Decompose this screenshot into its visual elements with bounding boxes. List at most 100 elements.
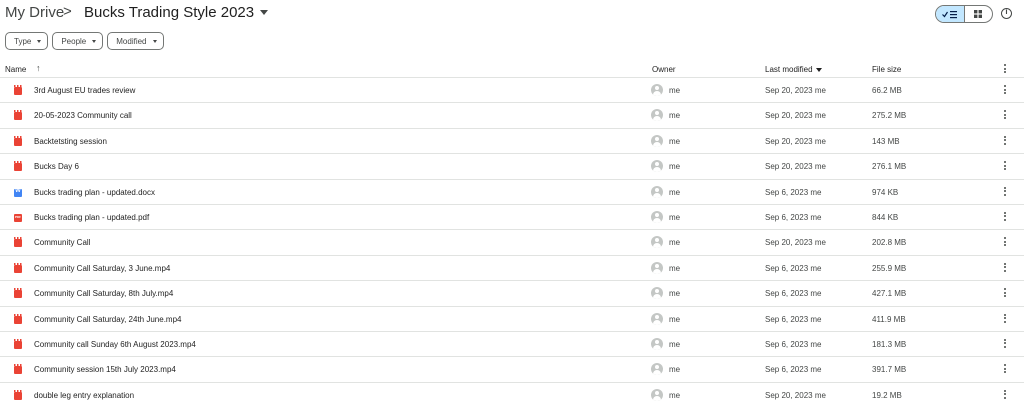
file-row[interactable]: Bucks Day 6 me Sep 20, 2023 me 276.1 MB — [0, 154, 1024, 180]
file-name[interactable]: Community call Sunday 6th August 2023.mp… — [34, 340, 196, 349]
more-actions-icon[interactable] — [1002, 135, 1008, 146]
more-actions-icon[interactable] — [1002, 85, 1008, 95]
owner-avatar — [651, 84, 663, 96]
owner-avatar — [651, 287, 663, 300]
file-row[interactable]: Community Call Saturday, 24th June.mp4 me… — [0, 307, 1024, 332]
filter-chip-type[interactable]: Type — [5, 32, 49, 50]
column-header-name[interactable]: Name — [5, 65, 26, 74]
chevron-down-icon — [92, 39, 97, 43]
file-owner: me — [669, 263, 681, 273]
owner-avatar — [651, 210, 663, 223]
file-row[interactable]: Community Call Saturday, 8th July.mp4 me S… — [0, 281, 1024, 307]
video-file-icon — [14, 262, 22, 273]
file-name[interactable]: 3rd August EU trades review — [34, 86, 135, 95]
file-name[interactable]: 20-05-2023 Community call — [34, 111, 132, 120]
file-row[interactable]: Bucks trading plan - updated.pdf me Sep 6,… — [0, 205, 1024, 231]
file-last-modified: Sep 6, 2023 me — [765, 289, 822, 299]
file-owner: me — [669, 162, 681, 172]
list-view-button[interactable] — [936, 6, 964, 22]
more-actions-icon[interactable] — [1002, 110, 1008, 120]
file-size: 411.9 MB — [872, 314, 906, 324]
breadcrumb-root[interactable]: My Drive — [5, 4, 64, 21]
file-list: 3rd August EU trades review me Sep 20, 202… — [0, 78, 1024, 408]
file-name[interactable]: Bucks trading plan - updated.pdf — [34, 213, 149, 222]
file-row[interactable]: Community Call me Sep 20, 2023 me 202.8 MB — [0, 230, 1024, 256]
file-row[interactable]: Backtetsting session me Sep 20, 2023 me 143… — [0, 129, 1024, 155]
video-file-icon — [14, 338, 22, 349]
chevron-down-icon — [152, 39, 157, 43]
filter-chip-label: Modified — [116, 36, 147, 46]
video-file-icon — [14, 389, 22, 400]
grid-view-icon — [974, 10, 983, 18]
breadcrumb-current-folder[interactable]: Bucks Trading Style 2023 — [84, 4, 269, 21]
video-file-icon — [14, 288, 22, 299]
file-size: 202.8 MB — [872, 238, 907, 248]
file-owner: me — [669, 238, 681, 248]
file-size: 19.2 MB — [872, 390, 902, 400]
file-name[interactable]: Bucks trading plan - updated.docx — [34, 188, 155, 197]
more-actions-icon[interactable] — [1002, 262, 1008, 273]
file-name[interactable]: double leg entry explanation — [34, 391, 134, 400]
file-owner: me — [669, 314, 681, 324]
file-size: 275.2 MB — [872, 111, 907, 121]
file-name[interactable]: Community Call — [34, 238, 90, 247]
file-row[interactable]: Bucks trading plan - updated.docx me Sep 6… — [0, 180, 1024, 205]
sort-arrow-down-icon — [815, 67, 822, 72]
file-size: 66.2 MB — [872, 86, 902, 95]
owner-avatar — [651, 363, 663, 376]
file-name[interactable]: Community Call Saturday, 8th July.mp4 — [34, 289, 173, 298]
more-actions-icon[interactable] — [1002, 237, 1008, 247]
file-name[interactable]: Bucks Day 6 — [34, 162, 79, 171]
file-size: 255.9 MB — [872, 263, 907, 273]
file-row[interactable]: Community session 15th July 2023.mp4 me Se… — [0, 357, 1024, 383]
file-size: 844 KB — [872, 212, 899, 222]
file-row[interactable]: 20-05-2023 Community call me Sep 20, 2023 … — [0, 103, 1024, 129]
table-header: Name ↑ Owner Last modified File size — [0, 60, 1024, 78]
file-row[interactable]: 3rd August EU trades review me Sep 20, 202… — [0, 78, 1024, 104]
owner-avatar — [651, 109, 663, 122]
file-owner: me — [669, 390, 681, 400]
header: My Drive > Bucks Trading Style 2023 — [0, 0, 1024, 28]
more-actions-icon[interactable] — [1002, 186, 1008, 197]
column-header-last-modified[interactable]: Last modified — [765, 65, 822, 74]
file-name[interactable]: Community Call Saturday, 24th June.mp4 — [34, 315, 181, 324]
filter-chip-modified[interactable]: Modified — [107, 32, 164, 50]
file-owner: me — [669, 86, 681, 95]
file-last-modified: Sep 20, 2023 me — [765, 111, 826, 121]
more-actions-icon[interactable] — [1002, 364, 1008, 374]
sort-arrow-up-icon[interactable]: ↑ — [36, 63, 41, 73]
more-actions-icon[interactable] — [1002, 161, 1008, 171]
column-header-file-size[interactable]: File size — [872, 65, 901, 74]
file-row[interactable]: Community Call Saturday, 3 June.mp4 me Sep… — [0, 256, 1024, 282]
file-owner: me — [669, 289, 681, 299]
file-size: 974 KB — [872, 187, 899, 197]
file-name[interactable]: Backtetsting session — [34, 137, 107, 146]
column-header-owner: Owner — [652, 65, 676, 74]
more-actions-icon[interactable] — [1002, 211, 1008, 222]
folder-title: Bucks Trading Style 2023 — [84, 4, 255, 21]
info-icon[interactable] — [1001, 7, 1012, 19]
file-row[interactable]: Community call Sunday 6th August 2023.mp… — [0, 332, 1024, 358]
grid-view-button[interactable] — [963, 6, 992, 22]
file-size: 276.1 MB — [872, 162, 907, 172]
more-actions-icon[interactable] — [1002, 389, 1008, 400]
more-actions-icon[interactable] — [1002, 288, 1008, 298]
more-actions-icon[interactable] — [1002, 338, 1008, 349]
video-file-icon — [14, 110, 22, 121]
filter-chip-people[interactable]: People — [52, 32, 104, 50]
file-size: 427.1 MB — [872, 289, 907, 299]
more-vert-icon[interactable] — [1002, 64, 1008, 74]
more-actions-icon[interactable] — [1002, 313, 1008, 324]
breadcrumb-separator: > — [63, 3, 72, 20]
file-row[interactable]: double leg entry explanation me Sep 20, 20… — [0, 383, 1024, 408]
file-name[interactable]: Community Call Saturday, 3 June.mp4 — [34, 264, 170, 273]
file-last-modified: Sep 6, 2023 me — [765, 187, 822, 197]
word-doc-icon — [14, 188, 22, 197]
owner-avatar — [651, 261, 663, 274]
file-name[interactable]: Community session 15th July 2023.mp4 — [34, 365, 176, 374]
file-last-modified: Sep 20, 2023 me — [765, 162, 826, 172]
video-file-icon — [14, 237, 22, 248]
file-owner: me — [669, 111, 681, 121]
video-file-icon — [14, 313, 22, 324]
file-size: 181.3 MB — [872, 339, 907, 349]
